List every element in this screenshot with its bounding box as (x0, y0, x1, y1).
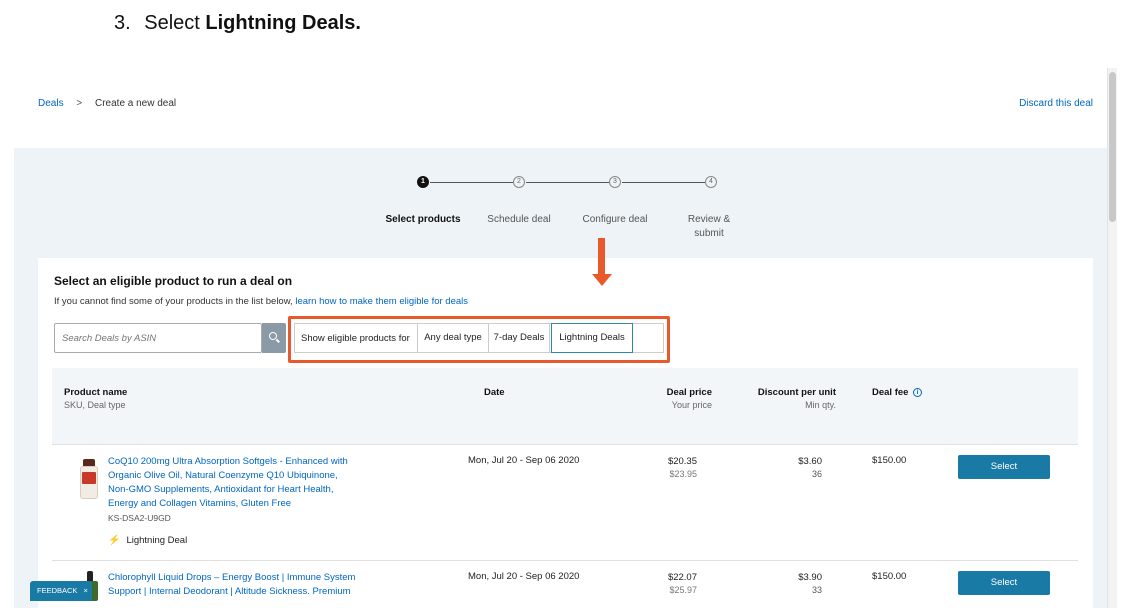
deal-fee: $150.00 (872, 455, 907, 466)
breadcrumb-current: Create a new deal (94, 98, 177, 109)
product-name-line: Energy and Collagen Vitamins, Gluten Fre… (108, 498, 292, 509)
step-1-dot: 1 (417, 176, 429, 188)
product-name-link[interactable]: CoQ10 200mg Ultra Absorption Softgels - … (108, 455, 368, 511)
col-product: Product name SKU, Deal type (64, 386, 127, 412)
stepper-line (430, 182, 522, 183)
feedback-label: FEEDBACK (37, 586, 78, 595)
instruction-target: Lightning Deals. (205, 12, 361, 34)
deal-date: Mon, Jul 20 - Sep 06 2020 (468, 455, 580, 466)
col-product-title: Product name (64, 387, 128, 398)
step-4-label-line2: submit (694, 228, 724, 239)
annotation-arrow-head (592, 274, 612, 286)
card-subtitle-text: If you cannot find some of your products… (54, 296, 293, 307)
scrollbar[interactable] (1107, 68, 1117, 608)
step-4-dot: 4 (705, 176, 717, 188)
your-price: $25.97 (669, 585, 697, 595)
min-qty: 36 (811, 469, 822, 479)
col-discount-subtitle: Min qty. (805, 400, 836, 410)
product-selection-card: Select an eligible product to run a deal… (38, 258, 1093, 608)
price-cell: $20.35 $23.95 (652, 455, 697, 481)
table-row: CoQ10 200mg Ultra Absorption Softgels - … (52, 444, 1078, 560)
min-qty: 33 (811, 585, 822, 595)
product-name-line: Support | Internal Deodorant | Altitude … (108, 586, 351, 597)
step-3-label: Configure deal (582, 214, 648, 225)
deal-type-label: Lightning Deal (126, 535, 188, 546)
stepper-line (622, 182, 714, 183)
step-3-dot: 3 (609, 176, 621, 188)
card-title: Select an eligible product to run a deal… (54, 274, 293, 288)
info-icon[interactable]: i (913, 387, 923, 397)
chevron-right-icon: > (76, 98, 83, 109)
close-icon[interactable]: × (84, 586, 88, 595)
eligibility-help-link[interactable]: learn how to make them eligible for deal… (295, 296, 468, 307)
step-number: 3. (114, 12, 131, 34)
discount-cell: $3.60 36 (782, 455, 822, 481)
step-2-label: Schedule deal (487, 214, 551, 225)
product-image (80, 459, 98, 499)
annotation-highlight-box (288, 316, 670, 363)
col-fee: Deal fee i (872, 386, 923, 399)
step-4-label-line1: Review & (687, 214, 731, 225)
product-name-line: Organic Olive Oil, Natural Coenzyme Q10 … (108, 470, 338, 481)
deal-type: ⚡ Lightning Deal (108, 535, 187, 546)
deal-price: $20.35 (667, 456, 697, 467)
instruction-text: 3. Select Lightning Deals. (114, 12, 361, 35)
discount-cell: $3.90 33 (782, 571, 822, 597)
product-name-line: Non-GMO Supplements, Antioxidant for Hea… (108, 484, 334, 495)
lightning-icon: ⚡ (108, 535, 121, 546)
table-header: Product name SKU, Deal type Date Deal pr… (52, 368, 1078, 444)
table-row: Chlorophyll Liquid Drops – Energy Boost … (52, 560, 1078, 608)
col-product-subtitle: SKU, Deal type (64, 400, 126, 410)
annotation-arrow (598, 238, 605, 276)
breadcrumb-deals-link[interactable]: Deals (38, 98, 64, 109)
select-button[interactable]: Select (958, 455, 1050, 479)
search-button[interactable] (262, 323, 286, 353)
col-price: Deal price Your price (642, 386, 712, 412)
step-4-label: Review & submit (669, 213, 749, 241)
your-price: $23.95 (669, 469, 697, 479)
card-subtitle: If you cannot find some of your products… (54, 296, 468, 307)
deal-fee: $150.00 (872, 571, 907, 582)
deal-date: Mon, Jul 20 - Sep 06 2020 (468, 571, 580, 582)
col-fee-title: Deal fee (872, 387, 909, 398)
step-1-label: Select products (385, 214, 461, 225)
product-name-link[interactable]: Chlorophyll Liquid Drops – Energy Boost … (108, 571, 368, 599)
step-2-dot: 2 (513, 176, 525, 188)
stepper-line (526, 182, 618, 183)
scrollbar-thumb[interactable] (1109, 72, 1116, 222)
select-button[interactable]: Select (958, 571, 1050, 595)
instruction-prefix: Select (144, 12, 200, 34)
col-discount-title: Discount per unit (757, 387, 836, 398)
col-discount: Discount per unit Min qty. (742, 386, 836, 412)
col-price-title: Deal price (666, 387, 712, 398)
discount-value: $3.60 (798, 456, 822, 467)
asin-search-input[interactable] (54, 323, 262, 353)
breadcrumb: Deals > Create a new deal (38, 98, 176, 109)
product-sku: KS-DSA2-U9GD (108, 513, 171, 523)
discard-deal-link[interactable]: Discard this deal (1019, 98, 1093, 109)
col-price-subtitle: Your price (671, 400, 712, 410)
feedback-tab[interactable]: FEEDBACK × (30, 581, 92, 601)
screenshot-panel: Deals > Create a new deal Discard this d… (14, 68, 1117, 608)
deal-price: $22.07 (667, 572, 697, 583)
col-date: Date (484, 387, 505, 398)
price-cell: $22.07 $25.97 (652, 571, 697, 597)
product-name-line: Chlorophyll Liquid Drops – Energy Boost … (108, 572, 356, 583)
top-bar: Deals > Create a new deal Discard this d… (14, 68, 1117, 148)
product-name-line: CoQ10 200mg Ultra Absorption Softgels - … (108, 456, 348, 467)
discount-value: $3.90 (798, 572, 822, 583)
